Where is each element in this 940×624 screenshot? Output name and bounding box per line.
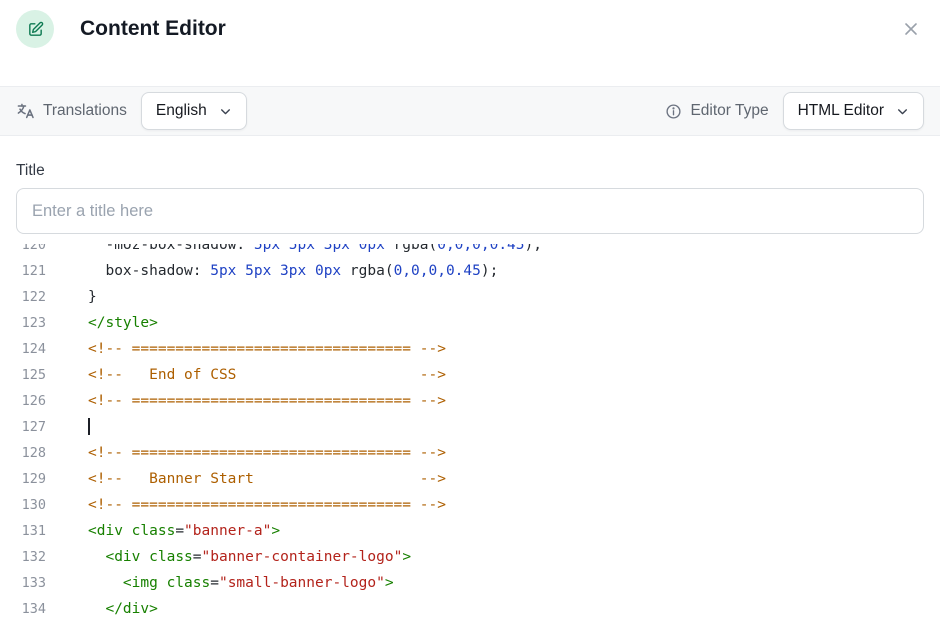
code-line[interactable]: 127 — [0, 414, 940, 440]
editor-type-select-button[interactable]: HTML Editor — [783, 92, 924, 130]
chevron-down-icon — [896, 105, 909, 118]
line-number: 121 — [0, 258, 46, 284]
line-code: <!-- ================================ --… — [88, 336, 446, 362]
line-number: 120 — [0, 244, 46, 258]
code-line[interactable]: 134 </div> — [0, 596, 940, 622]
line-number: 125 — [0, 362, 46, 388]
code-line[interactable]: 130 <!-- ================================… — [0, 492, 940, 518]
line-code: box-shadow: 5px 5px 3px 0px rgba(0,0,0,0… — [88, 258, 498, 284]
editor-type-label: Editor Type — [690, 102, 768, 120]
line-code: <div class="banner-container-logo"> — [88, 544, 411, 570]
line-code: <img class="small-banner-logo"> — [88, 570, 394, 596]
code-line[interactable]: 129 <!-- Banner Start --> — [0, 466, 940, 492]
line-number: 132 — [0, 544, 46, 570]
line-number: 134 — [0, 596, 46, 622]
code-line[interactable]: 125 <!-- End of CSS --> — [0, 362, 940, 388]
title-label: Title — [16, 162, 924, 180]
code-line[interactable]: 124 <!-- ================================… — [0, 336, 940, 362]
translations-label: Translations — [43, 102, 127, 120]
line-number: 126 — [0, 388, 46, 414]
content-editor-icon-badge — [16, 10, 54, 48]
code-line[interactable]: 126 <!-- ================================… — [0, 388, 940, 414]
line-code — [88, 414, 90, 440]
page-title: Content Editor — [80, 10, 226, 48]
code-line[interactable]: 128 <!-- ================================… — [0, 440, 940, 466]
code-line[interactable]: 133 <img class="small-banner-logo"> — [0, 570, 940, 596]
line-number: 123 — [0, 310, 46, 336]
line-code: <!-- Banner Start --> — [88, 466, 446, 492]
line-number: 122 — [0, 284, 46, 310]
line-number: 128 — [0, 440, 46, 466]
close-button[interactable] — [900, 18, 922, 40]
line-number: 124 — [0, 336, 46, 362]
line-code: <!-- End of CSS --> — [88, 362, 446, 388]
line-code: </div> — [88, 596, 158, 622]
edit-pencil-icon — [27, 21, 44, 38]
line-code: <div class="banner-a"> — [88, 518, 280, 544]
header: Content Editor — [0, 0, 940, 86]
toolbar: Translations English Editor Type HTML Ed… — [0, 86, 940, 136]
code-line[interactable]: 120 -moz-box-shadow: 5px 5px 3px 0px rgb… — [0, 244, 940, 258]
code-line[interactable]: 122} — [0, 284, 940, 310]
line-number: 130 — [0, 492, 46, 518]
text-cursor — [88, 418, 90, 435]
translate-icon — [16, 102, 35, 121]
code-line[interactable]: 123 </style> — [0, 310, 940, 336]
line-number: 133 — [0, 570, 46, 596]
code-editor[interactable]: 120 -moz-box-shadow: 5px 5px 3px 0px rgb… — [0, 244, 940, 623]
line-code: <!-- ================================ --… — [88, 388, 446, 414]
line-code: } — [88, 284, 97, 310]
code-content: 120 -moz-box-shadow: 5px 5px 3px 0px rgb… — [0, 244, 940, 622]
line-code: <!-- ================================ --… — [88, 440, 446, 466]
line-code: -moz-box-shadow: 5px 5px 3px 0px rgba(0,… — [88, 244, 542, 258]
code-line[interactable]: 121 box-shadow: 5px 5px 3px 0px rgba(0,0… — [0, 258, 940, 284]
language-select-button[interactable]: English — [141, 92, 247, 130]
language-value: English — [156, 102, 207, 120]
title-input[interactable] — [16, 188, 924, 234]
line-number: 127 — [0, 414, 46, 440]
code-line[interactable]: 132 <div class="banner-container-logo"> — [0, 544, 940, 570]
line-number: 131 — [0, 518, 46, 544]
chevron-down-icon — [219, 105, 232, 118]
line-code: </style> — [88, 310, 158, 336]
info-icon[interactable] — [665, 103, 682, 120]
line-code: <!-- ================================ --… — [88, 492, 446, 518]
editor-type-value: HTML Editor — [798, 102, 884, 120]
line-number: 129 — [0, 466, 46, 492]
code-line[interactable]: 131 <div class="banner-a"> — [0, 518, 940, 544]
close-icon — [903, 21, 919, 37]
toolbar-right-group: Editor Type HTML Editor — [665, 92, 924, 130]
